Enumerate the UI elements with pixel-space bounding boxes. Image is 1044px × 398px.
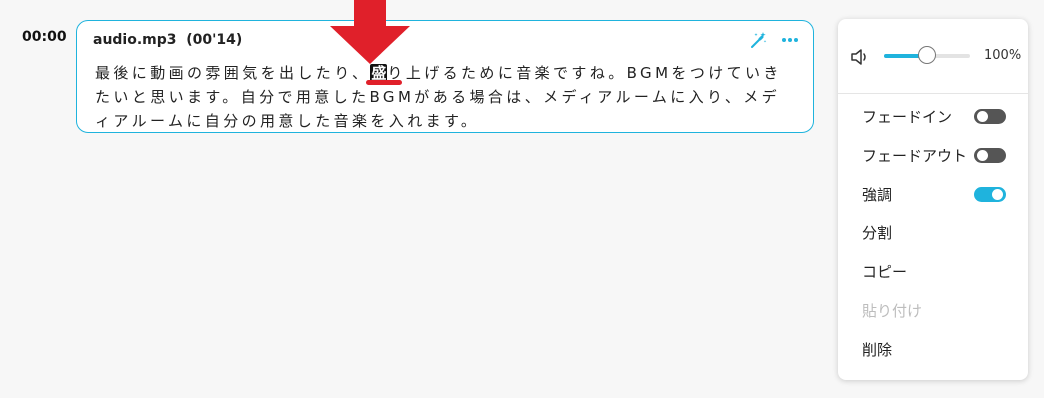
clip-title: audio.mp3 (00'14) <box>93 32 243 48</box>
magic-wand-icon[interactable] <box>749 31 767 49</box>
transcript-text[interactable]: 最後に動画の雰囲気を出したり、盛り上げるために音楽ですね。BGMをつけていきたい… <box>95 61 795 133</box>
more-icon[interactable] <box>780 31 800 49</box>
fade-out-toggle[interactable] <box>974 148 1006 163</box>
menu-item-fade-out[interactable]: フェードアウト <box>862 145 967 166</box>
volume-slider-thumb[interactable] <box>918 46 936 64</box>
menu-item-split[interactable]: 分割 <box>862 222 892 243</box>
toggle-knob <box>977 150 988 161</box>
down-arrow-annotation <box>330 0 410 64</box>
volume-slider[interactable] <box>884 46 970 64</box>
menu-item-copy[interactable]: コピー <box>862 261 907 282</box>
fade-in-toggle[interactable] <box>974 109 1006 124</box>
toggle-knob <box>977 111 988 122</box>
underline-annotation <box>366 80 402 85</box>
emphasis-toggle[interactable] <box>974 187 1006 202</box>
toggle-knob <box>992 189 1003 200</box>
menu-item-paste: 貼り付け <box>862 302 923 320</box>
timeline-timestamp: 00:00 <box>22 29 67 45</box>
volume-percent: 100% <box>984 48 1022 63</box>
transcript-before: 最後に動画の雰囲気を出したり、 <box>95 64 371 82</box>
menu-item-delete[interactable]: 削除 <box>862 339 892 360</box>
volume-icon[interactable] <box>850 49 870 65</box>
clip-context-menu: 100% フェードイン フェードアウト 強調 分割 コピー 貼り付け 削除 <box>838 19 1028 380</box>
menu-divider <box>838 93 1028 94</box>
menu-item-fade-in[interactable]: フェードイン <box>862 106 952 127</box>
transcript-clip-card[interactable]: audio.mp3 (00'14) 最後に動画の雰囲気を出したり、盛り上げるため… <box>76 20 814 133</box>
menu-item-emphasis[interactable]: 強調 <box>862 184 892 205</box>
